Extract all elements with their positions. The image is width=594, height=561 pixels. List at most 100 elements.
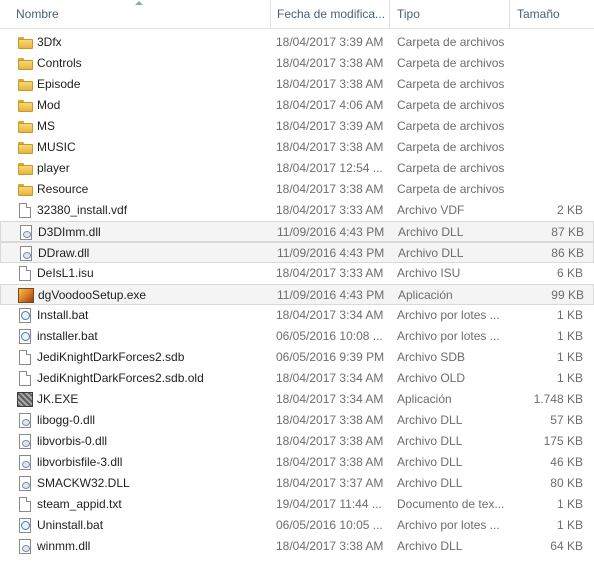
dll-icon: [19, 476, 31, 491]
file-row[interactable]: installer.bat 06/05/2016 10:08 ... Archivo…: [0, 326, 594, 347]
document-icon: [19, 203, 31, 218]
file-name: winmm.dll: [37, 539, 91, 553]
file-type: Archivo OLD: [397, 371, 466, 385]
file-type: Documento de tex...: [397, 497, 505, 511]
file-size: 1 KB: [556, 518, 583, 532]
file-name: DDraw.dll: [38, 246, 90, 260]
file-row[interactable]: MUSIC 18/04/2017 3:38 AM Carpeta de archiv…: [0, 137, 594, 158]
file-type: Archivo por lotes ...: [397, 329, 500, 343]
column-header-size[interactable]: Tamaño: [511, 0, 594, 28]
file-name: DeIsL1.isu: [37, 266, 94, 280]
file-row[interactable]: Mod 18/04/2017 4:06 AM Carpeta de archivos: [0, 95, 594, 116]
file-type: Carpeta de archivos: [397, 119, 505, 133]
file-row[interactable]: DeIsL1.isu 18/04/2017 3:33 AM Archivo ISU 6…: [0, 263, 594, 284]
file-name: installer.bat: [37, 329, 98, 343]
file-date: 18/04/2017 12:54 ...: [276, 161, 383, 175]
file-date: 18/04/2017 3:38 AM: [276, 434, 384, 448]
batch-file-icon: [19, 308, 31, 323]
file-row[interactable]: JediKnightDarkForces2.sdb.old 18/04/2017 …: [0, 368, 594, 389]
file-size: 99 KB: [551, 288, 584, 302]
dll-icon: [20, 246, 32, 261]
file-date: 06/05/2016 9:39 PM: [276, 350, 385, 364]
column-divider[interactable]: [389, 0, 390, 28]
file-size: 1.748 KB: [533, 392, 583, 406]
file-type: Archivo VDF: [397, 203, 465, 217]
file-row[interactable]: JK.EXE 18/04/2017 3:34 AM Aplicación 1.748 …: [0, 389, 594, 410]
file-date: 18/04/2017 3:33 AM: [276, 203, 384, 217]
file-row[interactable]: DDraw.dll 11/09/2016 4:43 PM Archivo DLL 86…: [0, 242, 594, 263]
file-name: JediKnightDarkForces2.sdb: [37, 350, 185, 364]
file-date: 18/04/2017 3:34 AM: [276, 392, 384, 406]
file-name: dgVoodooSetup.exe: [38, 288, 147, 302]
dll-icon: [19, 434, 31, 449]
dll-icon: [19, 455, 31, 470]
file-size: 87 KB: [551, 225, 584, 239]
file-size: 1 KB: [556, 371, 583, 385]
file-name: Install.bat: [37, 308, 89, 322]
column-header-bar: Nombre Fecha de modifica... Tipo Tamaño: [0, 0, 594, 29]
file-date: 18/04/2017 3:34 AM: [276, 371, 384, 385]
file-size: 46 KB: [550, 455, 583, 469]
file-name: 3Dfx: [37, 35, 62, 49]
file-row[interactable]: Episode 18/04/2017 3:38 AM Carpeta de arch…: [0, 74, 594, 95]
file-row[interactable]: MS 18/04/2017 3:39 AM Carpeta de archivos: [0, 116, 594, 137]
file-type: Archivo por lotes ...: [397, 518, 500, 532]
file-date: 18/04/2017 3:38 AM: [276, 56, 384, 70]
file-row[interactable]: SMACKW32.DLL 18/04/2017 3:37 AM Archivo DL…: [0, 473, 594, 494]
file-type: Carpeta de archivos: [397, 98, 505, 112]
file-type: Archivo DLL: [398, 225, 464, 239]
file-name: MUSIC: [37, 140, 76, 154]
file-date: 19/04/2017 11:44 ...: [276, 497, 382, 511]
folder-icon: [18, 121, 33, 133]
column-header-date[interactable]: Fecha de modifica...: [271, 0, 389, 28]
file-name: Mod: [37, 98, 61, 112]
file-date: 11/09/2016 4:43 PM: [277, 288, 385, 302]
file-name: libvorbisfile-3.dll: [37, 455, 123, 469]
file-type: Archivo DLL: [397, 539, 463, 553]
folder-icon: [18, 184, 33, 196]
folder-icon: [18, 100, 33, 112]
file-size: 175 KB: [543, 434, 583, 448]
file-type: Archivo DLL: [397, 413, 463, 427]
column-divider[interactable]: [509, 0, 510, 28]
file-type: Carpeta de archivos: [397, 56, 505, 70]
file-type: Archivo DLL: [397, 434, 463, 448]
file-name: Resource: [37, 182, 89, 196]
file-type: Carpeta de archivos: [397, 77, 505, 91]
dll-icon: [19, 539, 31, 554]
file-size: 64 KB: [550, 539, 583, 553]
file-row[interactable]: D3DImm.dll 11/09/2016 4:43 PM Archivo DLL 8…: [0, 221, 594, 242]
dll-icon: [19, 413, 31, 428]
file-row[interactable]: Controls 18/04/2017 3:38 AM Carpeta de arc…: [0, 53, 594, 74]
file-row[interactable]: dgVoodooSetup.exe 11/09/2016 4:43 PM Aplic…: [0, 284, 594, 305]
file-type: Archivo ISU: [397, 266, 461, 280]
file-row[interactable]: Install.bat 18/04/2017 3:34 AM Archivo por…: [0, 305, 594, 326]
file-row[interactable]: Uninstall.bat 06/05/2016 10:05 ... Archivo…: [0, 515, 594, 536]
file-type: Archivo por lotes ...: [397, 308, 500, 322]
file-type: Aplicación: [397, 392, 452, 406]
file-row[interactable]: Resource 18/04/2017 3:38 AM Carpeta de arc…: [0, 179, 594, 200]
file-date: 18/04/2017 3:37 AM: [276, 476, 384, 490]
file-row[interactable]: player 18/04/2017 12:54 ... Carpeta de arc…: [0, 158, 594, 179]
batch-file-icon: [19, 518, 31, 533]
file-date: 06/05/2016 10:08 ...: [276, 329, 383, 343]
file-row[interactable]: winmm.dll 18/04/2017 3:38 AM Archivo DLL 64…: [0, 536, 594, 557]
file-row[interactable]: 3Dfx 18/04/2017 3:39 AM Carpeta de archivo…: [0, 32, 594, 53]
file-date: 18/04/2017 3:34 AM: [276, 308, 384, 322]
file-row[interactable]: JediKnightDarkForces2.sdb 06/05/2016 9:39…: [0, 347, 594, 368]
file-name: libogg-0.dll: [37, 413, 96, 427]
file-row[interactable]: libogg-0.dll 18/04/2017 3:38 AM Archivo DL…: [0, 410, 594, 431]
file-row[interactable]: steam_appid.txt 19/04/2017 11:44 ... Docum…: [0, 494, 594, 515]
file-name: MS: [37, 119, 55, 133]
file-row[interactable]: 32380_install.vdf 18/04/2017 3:33 AM Archi…: [0, 200, 594, 221]
column-header-type[interactable]: Tipo: [391, 0, 509, 28]
file-name: libvorbis-0.dll: [37, 434, 108, 448]
file-type: Archivo SDB: [397, 350, 466, 364]
file-name: JK.EXE: [37, 392, 79, 406]
file-row[interactable]: libvorbisfile-3.dll 18/04/2017 3:38 AM Arc…: [0, 452, 594, 473]
sort-ascending-icon: [135, 1, 143, 5]
file-type: Archivo DLL: [397, 455, 463, 469]
file-row[interactable]: libvorbis-0.dll 18/04/2017 3:38 AM Archivo…: [0, 431, 594, 452]
dll-icon: [20, 225, 32, 240]
folder-icon: [18, 142, 33, 154]
